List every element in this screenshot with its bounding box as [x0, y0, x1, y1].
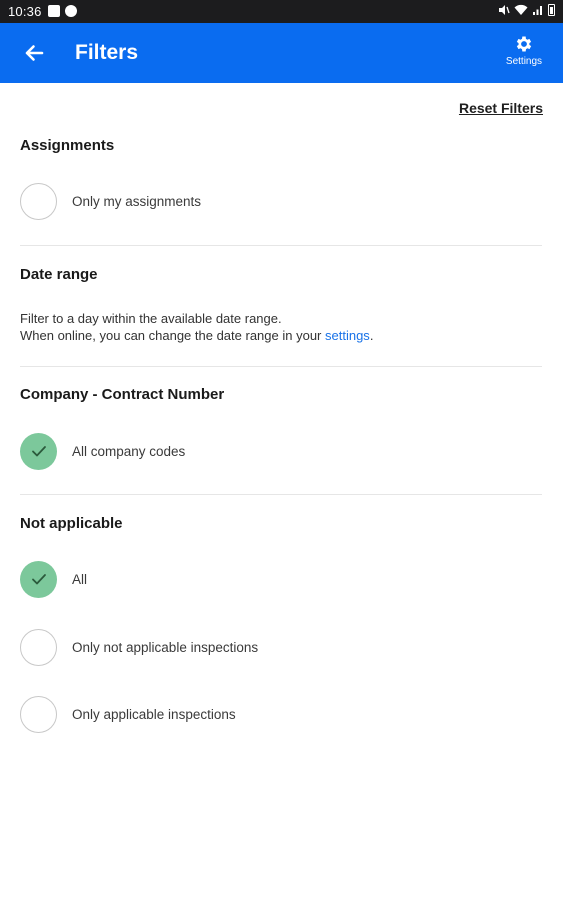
- option-label: All: [72, 571, 88, 587]
- divider: [20, 245, 542, 246]
- section-title-assignments: Assignments: [20, 137, 115, 154]
- option-label: Only not applicable inspections: [72, 639, 259, 655]
- option-label: All company codes: [72, 443, 186, 459]
- signal-icon: [533, 6, 542, 15]
- section-title-not-applicable: Not applicable: [20, 515, 123, 532]
- settings-button[interactable]: Settings: [501, 34, 547, 74]
- divider: [20, 494, 542, 495]
- section-title-date-range: Date range: [20, 266, 98, 283]
- option-only-my-assignments[interactable]: Only my assignments: [20, 181, 201, 221]
- status-system-icons: [498, 4, 555, 16]
- mute-icon: [499, 5, 510, 15]
- option-all[interactable]: All: [20, 559, 87, 599]
- description-line-2: When online, you can change the date ran…: [20, 327, 373, 344]
- wifi-icon: [514, 4, 528, 15]
- option-label: Only applicable inspections: [72, 706, 236, 722]
- status-time: 10:36: [8, 4, 42, 19]
- settings-label: Settings: [505, 56, 543, 67]
- radio-unchecked[interactable]: [20, 628, 57, 666]
- radio-unchecked[interactable]: [20, 695, 57, 733]
- page-title: Filters: [75, 41, 139, 64]
- shield-notification-icon: [65, 5, 77, 17]
- option-only-not-applicable[interactable]: Only not applicable inspections: [20, 627, 258, 667]
- description-line-1: Filter to a day within the available dat…: [20, 311, 282, 326]
- option-label: Only my assignments: [72, 193, 202, 209]
- description-suffix: .: [369, 328, 374, 343]
- radio-unchecked[interactable]: [20, 182, 57, 220]
- date-range-description: Filter to a day within the available dat…: [20, 310, 373, 344]
- radio-checked[interactable]: [20, 560, 57, 598]
- checkmark-icon: [31, 446, 46, 457]
- option-only-applicable[interactable]: Only applicable inspections: [20, 694, 236, 734]
- image-notification-icon: [48, 5, 60, 17]
- option-all-company-codes[interactable]: All company codes: [20, 431, 185, 471]
- status-bar: 10:36: [0, 0, 563, 23]
- app-bar: Filters Settings: [0, 23, 563, 83]
- settings-link[interactable]: settings: [325, 328, 370, 343]
- arrow-left-icon: [25, 45, 44, 61]
- radio-checked[interactable]: [20, 432, 57, 470]
- status-notification-icons: [48, 5, 77, 17]
- description-prefix: When online, you can change the date ran…: [20, 328, 325, 343]
- divider: [20, 366, 542, 367]
- reset-filters-link[interactable]: Reset Filters: [459, 100, 543, 116]
- checkmark-icon: [31, 574, 46, 585]
- back-button[interactable]: [18, 39, 50, 67]
- section-title-company: Company - Contract Number: [20, 386, 225, 403]
- battery-icon: [548, 4, 555, 16]
- gear-icon: [516, 36, 532, 52]
